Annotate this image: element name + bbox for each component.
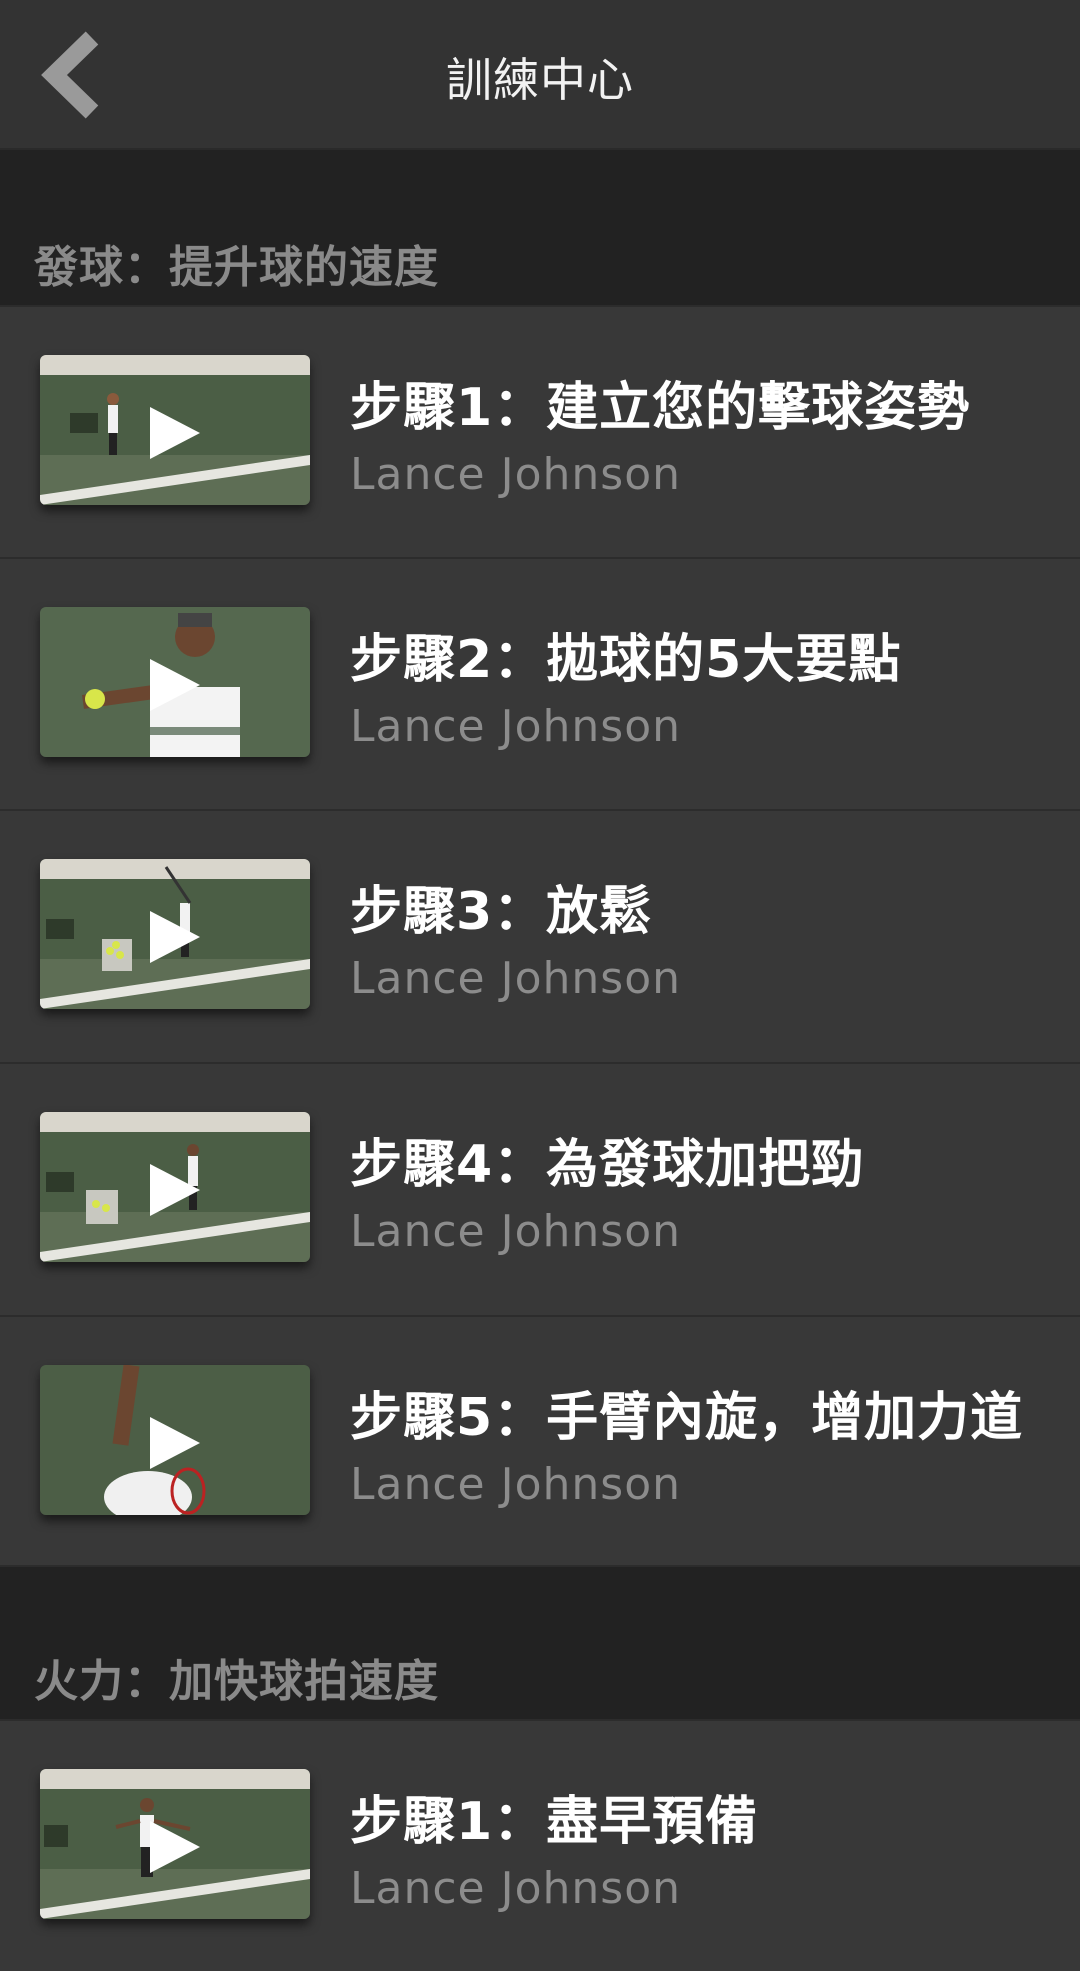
list-item[interactable]: 步驟4：為發球加把勁 Lance Johnson xyxy=(0,1062,1080,1315)
item-author: Lance Johnson xyxy=(350,1863,682,1914)
item-author: Lance Johnson xyxy=(350,953,682,1004)
video-thumbnail xyxy=(40,1365,310,1515)
item-title: 步驟3：放鬆 xyxy=(350,882,653,942)
item-author: Lance Johnson xyxy=(350,1459,682,1510)
list-item[interactable]: 步驟5：手臂內旋，增加力道 Lance Johnson xyxy=(0,1315,1080,1567)
section-header: 火力：加快球拍速度 xyxy=(0,1567,1080,1719)
list-item[interactable]: 步驟1：盡早預備 Lance Johnson xyxy=(0,1719,1080,1971)
item-title: 步驟4：為發球加把勁 xyxy=(350,1135,865,1195)
video-thumbnail xyxy=(40,355,310,505)
section-title: 火力：加快球拍速度 xyxy=(34,1656,439,1707)
list-item[interactable]: 步驟1：建立您的擊球姿勢 Lance Johnson xyxy=(0,305,1080,557)
video-thumbnail xyxy=(40,1769,310,1919)
item-author: Lance Johnson xyxy=(350,701,682,752)
list-item[interactable]: 步驟2：拋球的5大要點 Lance Johnson xyxy=(0,557,1080,809)
nav-header: 訓練中心 xyxy=(0,0,1080,150)
list-item[interactable]: 步驟3：放鬆 Lance Johnson xyxy=(0,809,1080,1062)
item-author: Lance Johnson xyxy=(350,449,682,500)
item-title: 步驟2：拋球的5大要點 xyxy=(350,630,902,690)
item-title: 步驟1：建立您的擊球姿勢 xyxy=(350,378,971,438)
video-thumbnail xyxy=(40,607,310,757)
video-thumbnail xyxy=(40,1112,310,1262)
item-author: Lance Johnson xyxy=(350,1206,682,1257)
video-thumbnail xyxy=(40,859,310,1009)
section-header: 發球：提升球的速度 xyxy=(0,150,1080,305)
item-title: 步驟5：手臂內旋，增加力道 xyxy=(350,1388,1024,1448)
page-title: 訓練中心 xyxy=(446,53,634,107)
section-title: 發球：提升球的速度 xyxy=(34,242,439,293)
item-title: 步驟1：盡早預備 xyxy=(350,1792,759,1852)
